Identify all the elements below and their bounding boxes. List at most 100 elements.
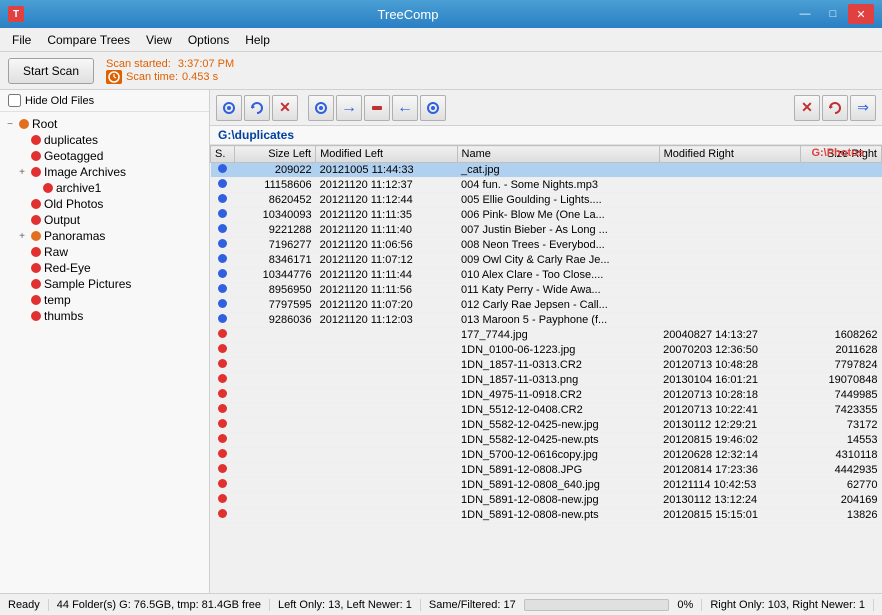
tree-toggle[interactable]: + bbox=[16, 231, 28, 242]
left-mark-button[interactable] bbox=[308, 95, 334, 121]
table-row[interactable]: 719627720121120 11:06:56008 Neon Trees -… bbox=[211, 238, 882, 253]
tree-toggle[interactable]: + bbox=[16, 167, 28, 178]
table-row[interactable]: 862045220121120 11:12:44005 Ellie Gouldi… bbox=[211, 193, 882, 208]
row-size-right bbox=[801, 163, 882, 178]
row-mod-right: 20120814 17:23:36 bbox=[659, 463, 800, 478]
tree-toggle[interactable]: − bbox=[4, 119, 16, 130]
menu-item-compare-trees[interactable]: Compare Trees bbox=[39, 31, 138, 49]
tree-item-sample-pictures[interactable]: Sample Pictures bbox=[4, 276, 205, 292]
row-name: 1DN_1857-11-0313.CR2 bbox=[457, 358, 659, 373]
row-mod-left bbox=[316, 433, 457, 448]
table-row[interactable]: 1DN_0100-06-1223.jpg20070203 12:36:50201… bbox=[211, 343, 882, 358]
tree-dot bbox=[31, 199, 41, 209]
row-name: 1DN_4975-11-0918.CR2 bbox=[457, 388, 659, 403]
file-table-container[interactable]: G:\Photos S. Size Left Modified Left Nam… bbox=[210, 145, 882, 593]
tree-item-old-photos[interactable]: Old Photos bbox=[4, 196, 205, 212]
table-row[interactable]: 1DN_4975-11-0918.CR220120713 10:28:18744… bbox=[211, 388, 882, 403]
tree-item-archive1[interactable]: archive1 bbox=[4, 180, 205, 196]
table-row[interactable]: 1DN_1857-11-0313.png20130104 16:01:21190… bbox=[211, 373, 882, 388]
menu-item-view[interactable]: View bbox=[138, 31, 180, 49]
tree-label: Image Archives bbox=[44, 165, 126, 179]
center-button[interactable] bbox=[364, 95, 390, 121]
row-mod-left bbox=[316, 448, 457, 463]
col-size-left[interactable]: Size Left bbox=[235, 146, 316, 163]
table-row[interactable]: 895695020121120 11:11:56011 Katy Perry -… bbox=[211, 283, 882, 298]
hide-old-files-checkbox[interactable] bbox=[8, 94, 21, 107]
table-row[interactable]: 922128820121120 11:11:40007 Justin Biebe… bbox=[211, 223, 882, 238]
menu-item-options[interactable]: Options bbox=[180, 31, 237, 49]
status-bar: Ready 44 Folder(s) G: 76.5GB, tmp: 81.4G… bbox=[0, 593, 882, 615]
tree-item-raw[interactable]: Raw bbox=[4, 244, 205, 260]
row-indicator bbox=[211, 493, 235, 508]
tree-item-temp[interactable]: temp bbox=[4, 292, 205, 308]
row-size-left bbox=[235, 403, 316, 418]
table-row[interactable]: 177_7744.jpg20040827 14:13:271608262 bbox=[211, 328, 882, 343]
table-row[interactable]: 834617120121120 11:07:12009 Owl City & C… bbox=[211, 253, 882, 268]
tree-item-image-archives[interactable]: + Image Archives bbox=[4, 164, 205, 180]
right-mark-button[interactable] bbox=[420, 95, 446, 121]
table-row[interactable]: 1DN_5891-12-0808-new.pts20120815 15:15:0… bbox=[211, 508, 882, 523]
row-size-left bbox=[235, 418, 316, 433]
tree-item-thumbs[interactable]: thumbs bbox=[4, 308, 205, 324]
row-name: 011 Katy Perry - Wide Awa... bbox=[457, 283, 659, 298]
window-controls: — □ ✕ bbox=[792, 4, 874, 24]
tree-item-geotagged[interactable]: Geotagged bbox=[4, 148, 205, 164]
progress-percent: 0% bbox=[677, 599, 693, 611]
tree-item-red-eye[interactable]: Red-Eye bbox=[4, 260, 205, 276]
clock-icon bbox=[106, 70, 122, 84]
refresh-button[interactable] bbox=[244, 95, 270, 121]
maximize-button[interactable]: □ bbox=[820, 4, 846, 24]
row-size-left bbox=[235, 433, 316, 448]
table-row[interactable]: 1DN_5582-12-0425-new.jpg20130112 12:29:2… bbox=[211, 418, 882, 433]
close-button[interactable]: ✕ bbox=[848, 4, 874, 24]
row-size-left bbox=[235, 493, 316, 508]
tree-dot bbox=[31, 151, 41, 161]
tree-panel: −RootduplicatesGeotagged + Image Archivesa… bbox=[0, 112, 209, 593]
table-row[interactable]: 1DN_5582-12-0425-new.pts20120815 19:46:0… bbox=[211, 433, 882, 448]
col-name[interactable]: Name bbox=[457, 146, 659, 163]
main-toolbar: Start Scan Scan started: 3:37:07 PM Scan… bbox=[0, 52, 882, 90]
menu-item-file[interactable]: File bbox=[4, 31, 39, 49]
col-mod-right[interactable]: Modified Right bbox=[659, 146, 800, 163]
delete-right-button[interactable]: ✕ bbox=[794, 95, 820, 121]
col-mod-left[interactable]: Modified Left bbox=[316, 146, 457, 163]
table-row[interactable]: 1DN_5891-12-0808_640.jpg20121114 10:42:5… bbox=[211, 478, 882, 493]
table-row[interactable]: 779759520121120 11:07:20012 Carly Rae Je… bbox=[211, 298, 882, 313]
row-mod-right bbox=[659, 208, 800, 223]
table-row[interactable]: 1DN_5512-12-0408.CR220120713 10:22:41742… bbox=[211, 403, 882, 418]
copy-left-button[interactable]: ← bbox=[392, 95, 418, 121]
tree-item-root[interactable]: −Root bbox=[4, 116, 205, 132]
clear-button[interactable]: ✕ bbox=[272, 95, 298, 121]
row-name: 1DN_5891-12-0808_640.jpg bbox=[457, 478, 659, 493]
row-indicator bbox=[211, 388, 235, 403]
row-mod-right bbox=[659, 178, 800, 193]
tree-dot bbox=[31, 311, 41, 321]
row-name: 177_7744.jpg bbox=[457, 328, 659, 343]
nav-right-button[interactable]: ⇒ bbox=[850, 95, 876, 121]
mark-button[interactable] bbox=[216, 95, 242, 121]
col-indicator[interactable]: S. bbox=[211, 146, 235, 163]
row-size-right: 14553 bbox=[801, 433, 882, 448]
table-row[interactable]: 1034009320121120 11:11:35006 Pink- Blow … bbox=[211, 208, 882, 223]
table-row[interactable]: 1DN_5891-12-0808.JPG20120814 17:23:36444… bbox=[211, 463, 882, 478]
menu-item-help[interactable]: Help bbox=[237, 31, 278, 49]
table-row[interactable]: 20902220121005 11:44:33_cat.jpg bbox=[211, 163, 882, 178]
tree-item-duplicates[interactable]: duplicates bbox=[4, 132, 205, 148]
tree-item-output[interactable]: Output bbox=[4, 212, 205, 228]
table-row[interactable]: 1DN_5700-12-0616copy.jpg20120628 12:32:1… bbox=[211, 448, 882, 463]
row-mod-left: 20121120 11:12:44 bbox=[316, 193, 457, 208]
table-row[interactable]: 1115860620121120 11:12:37004 fun. - Some… bbox=[211, 178, 882, 193]
table-row[interactable]: 1034477620121120 11:11:44010 Alex Clare … bbox=[211, 268, 882, 283]
delete-refresh-button[interactable] bbox=[822, 95, 848, 121]
row-mod-right: 20120815 19:46:02 bbox=[659, 433, 800, 448]
row-name: 1DN_5891-12-0808-new.jpg bbox=[457, 493, 659, 508]
table-row[interactable]: 1DN_5891-12-0808-new.jpg20130112 13:12:2… bbox=[211, 493, 882, 508]
start-scan-button[interactable]: Start Scan bbox=[8, 58, 94, 84]
copy-right-button[interactable]: → bbox=[336, 95, 362, 121]
tree-item-panoramas[interactable]: +Panoramas bbox=[4, 228, 205, 244]
row-mod-right bbox=[659, 163, 800, 178]
table-row[interactable]: 1DN_1857-11-0313.CR220120713 10:48:28779… bbox=[211, 358, 882, 373]
table-row[interactable]: 928603620121120 11:12:03013 Maroon 5 - P… bbox=[211, 313, 882, 328]
row-mod-right: 20120713 10:22:41 bbox=[659, 403, 800, 418]
minimize-button[interactable]: — bbox=[792, 4, 818, 24]
